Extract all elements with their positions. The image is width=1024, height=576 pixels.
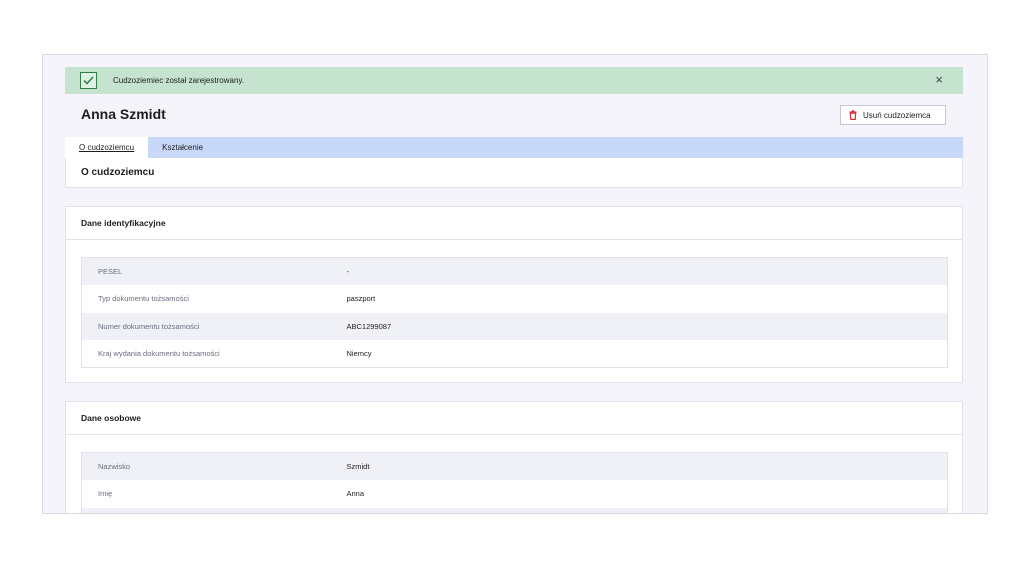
checkmark-icon	[80, 72, 97, 89]
identification-title: Dane identyfikacyjne	[66, 207, 962, 240]
tab-education[interactable]: Kształcenie	[148, 137, 217, 158]
row-value: paszport	[346, 285, 948, 313]
delete-foreigner-button[interactable]: Usuń cudzoziemca	[840, 105, 946, 125]
row-label: Kraj wydania dokumentu tożsamości	[81, 340, 347, 368]
row-label: Numer dokumentu tożsamości	[81, 312, 347, 340]
table-row: PESEL -	[81, 257, 948, 285]
trash-icon	[849, 110, 857, 120]
tab-bar: O cudzoziemcu Kształcenie	[65, 137, 963, 158]
close-icon[interactable]: ×	[935, 73, 943, 87]
personal-data-title: Dane osobowe	[66, 402, 962, 435]
personal-data-card: Dane osobowe Nazwisko Szmidt Imię Anna	[65, 401, 963, 513]
table-row: Kraj wydania dokumentu tożsamości Niemcy	[81, 340, 948, 368]
page-title: Anna Szmidt	[81, 106, 166, 122]
row-label: Nazwisko	[81, 452, 347, 480]
row-label: Typ dokumentu tożsamości	[81, 285, 347, 313]
table-row: Nazwisko Szmidt	[81, 452, 948, 480]
row-value: Anna	[346, 480, 948, 508]
table-row: Numer dokumentu tożsamości ABC1299087	[81, 312, 948, 340]
personal-data-table: Nazwisko Szmidt Imię Anna	[81, 452, 948, 513]
delete-button-label: Usuń cudzoziemca	[863, 110, 931, 120]
app-frame: Cudzoziemiec został zarejestrowany. × An…	[42, 54, 988, 514]
alert-message: Cudzoziemiec został zarejestrowany.	[113, 76, 245, 85]
row-value: ABC1299087	[346, 312, 948, 340]
row-value: -	[346, 257, 948, 285]
table-row: Imię Anna	[81, 480, 948, 508]
row-value: Niemcy	[346, 340, 948, 368]
section-title: O cudzoziemcu	[65, 158, 963, 188]
row-value: Szmidt	[346, 452, 948, 480]
identification-card: Dane identyfikacyjne PESEL - Typ dokumen…	[65, 206, 963, 383]
table-row	[81, 507, 948, 513]
row-label: Imię	[81, 480, 347, 508]
success-alert: Cudzoziemiec został zarejestrowany. ×	[65, 67, 963, 94]
row-label: PESEL	[81, 257, 347, 285]
tab-about-foreigner[interactable]: O cudzoziemcu	[65, 137, 149, 158]
identification-table: PESEL - Typ dokumentu tożsamości paszpor…	[81, 257, 948, 368]
table-row: Typ dokumentu tożsamości paszport	[81, 285, 948, 313]
